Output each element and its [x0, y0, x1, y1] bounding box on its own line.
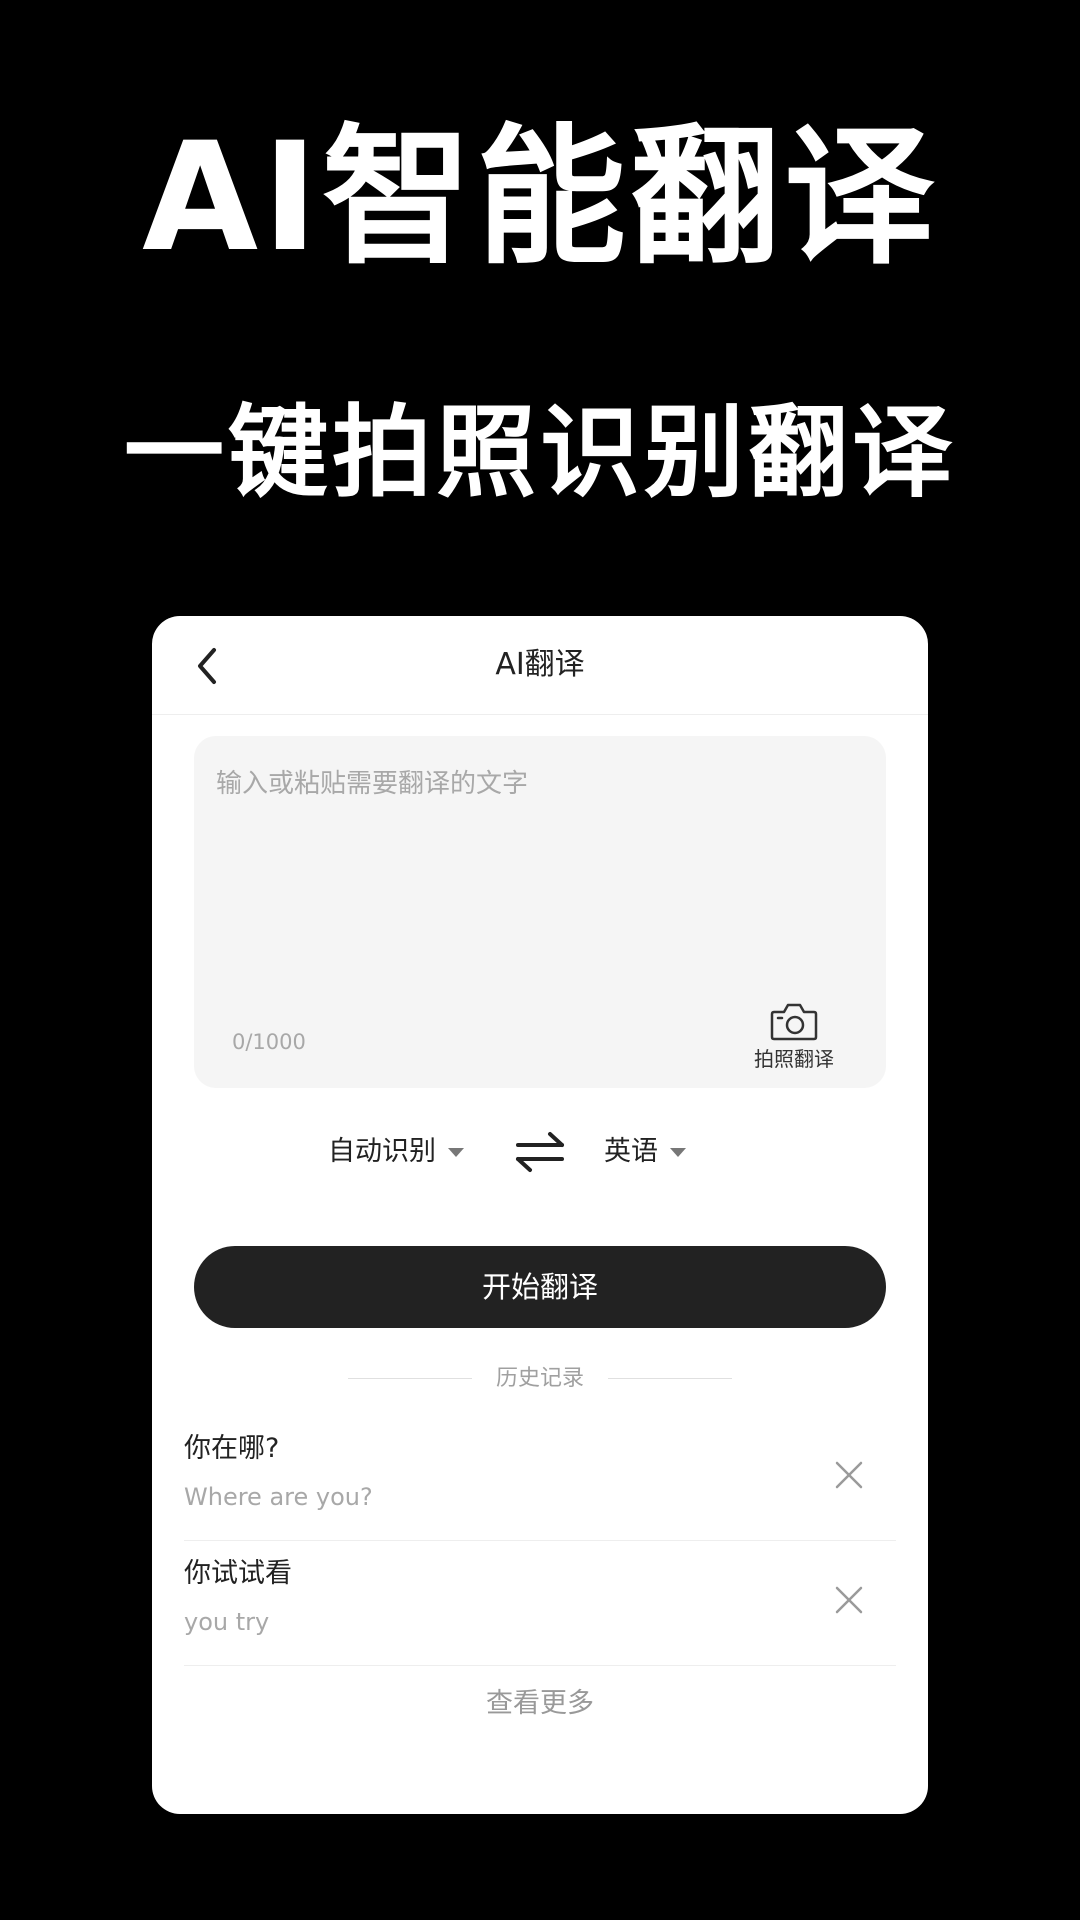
- navigation-bar: AI翻译: [152, 616, 928, 715]
- history-list-item[interactable]: 你试试看 you try: [184, 1541, 896, 1666]
- language-selector-row: 自动识别 英语: [152, 1122, 928, 1182]
- promo-subheadline: 一键拍照识别翻译: [124, 394, 956, 511]
- history-source-text: 你在哪?: [184, 1433, 280, 1464]
- history-title: 历史记录: [495, 1366, 584, 1391]
- target-language-select[interactable]: 英语: [604, 1132, 686, 1172]
- history-header: 历史记录: [348, 1364, 732, 1394]
- swap-languages-button[interactable]: [514, 1128, 566, 1176]
- camera-icon: [770, 1003, 818, 1041]
- target-language-label: 英语: [604, 1136, 658, 1167]
- history-list-item[interactable]: 你在哪? Where are you?: [184, 1416, 896, 1541]
- source-language-select[interactable]: 自动识别: [328, 1132, 464, 1172]
- close-icon: [835, 1586, 863, 1614]
- swap-arrows-icon: [516, 1132, 564, 1172]
- delete-history-button[interactable]: [834, 1460, 864, 1490]
- promo-headline: AI智能翻译: [142, 111, 938, 285]
- dropdown-caret-icon: [448, 1147, 464, 1157]
- promo-page: AI智能翻译 一键拍照识别翻译 AI翻译 输入或粘贴需要翻译的文字 0/1000…: [0, 0, 1080, 1920]
- photo-translate-button[interactable]: 拍照翻译: [734, 1000, 854, 1074]
- start-translate-button[interactable]: 开始翻译: [194, 1246, 886, 1328]
- delete-history-button[interactable]: [834, 1585, 864, 1615]
- app-screen-card: AI翻译 输入或粘贴需要翻译的文字 0/1000 拍照翻译 自动识别 英语 开始…: [152, 616, 928, 1814]
- close-icon: [835, 1461, 863, 1489]
- history-source-text: 你试试看: [184, 1558, 292, 1589]
- history-target-text: Where are you?: [184, 1483, 373, 1511]
- source-language-label: 自动识别: [328, 1136, 436, 1167]
- dropdown-caret-icon: [670, 1147, 686, 1157]
- divider-line: [608, 1378, 732, 1379]
- input-placeholder: 输入或粘贴需要翻译的文字: [216, 769, 529, 799]
- photo-translate-label: 拍照翻译: [754, 1047, 834, 1071]
- history-target-text: you try: [184, 1608, 270, 1636]
- translation-input[interactable]: 输入或粘贴需要翻译的文字 0/1000 拍照翻译: [194, 736, 886, 1088]
- page-title: AI翻译: [495, 647, 585, 682]
- view-more-link[interactable]: 查看更多: [152, 1684, 928, 1724]
- character-count: 0/1000: [232, 1030, 306, 1054]
